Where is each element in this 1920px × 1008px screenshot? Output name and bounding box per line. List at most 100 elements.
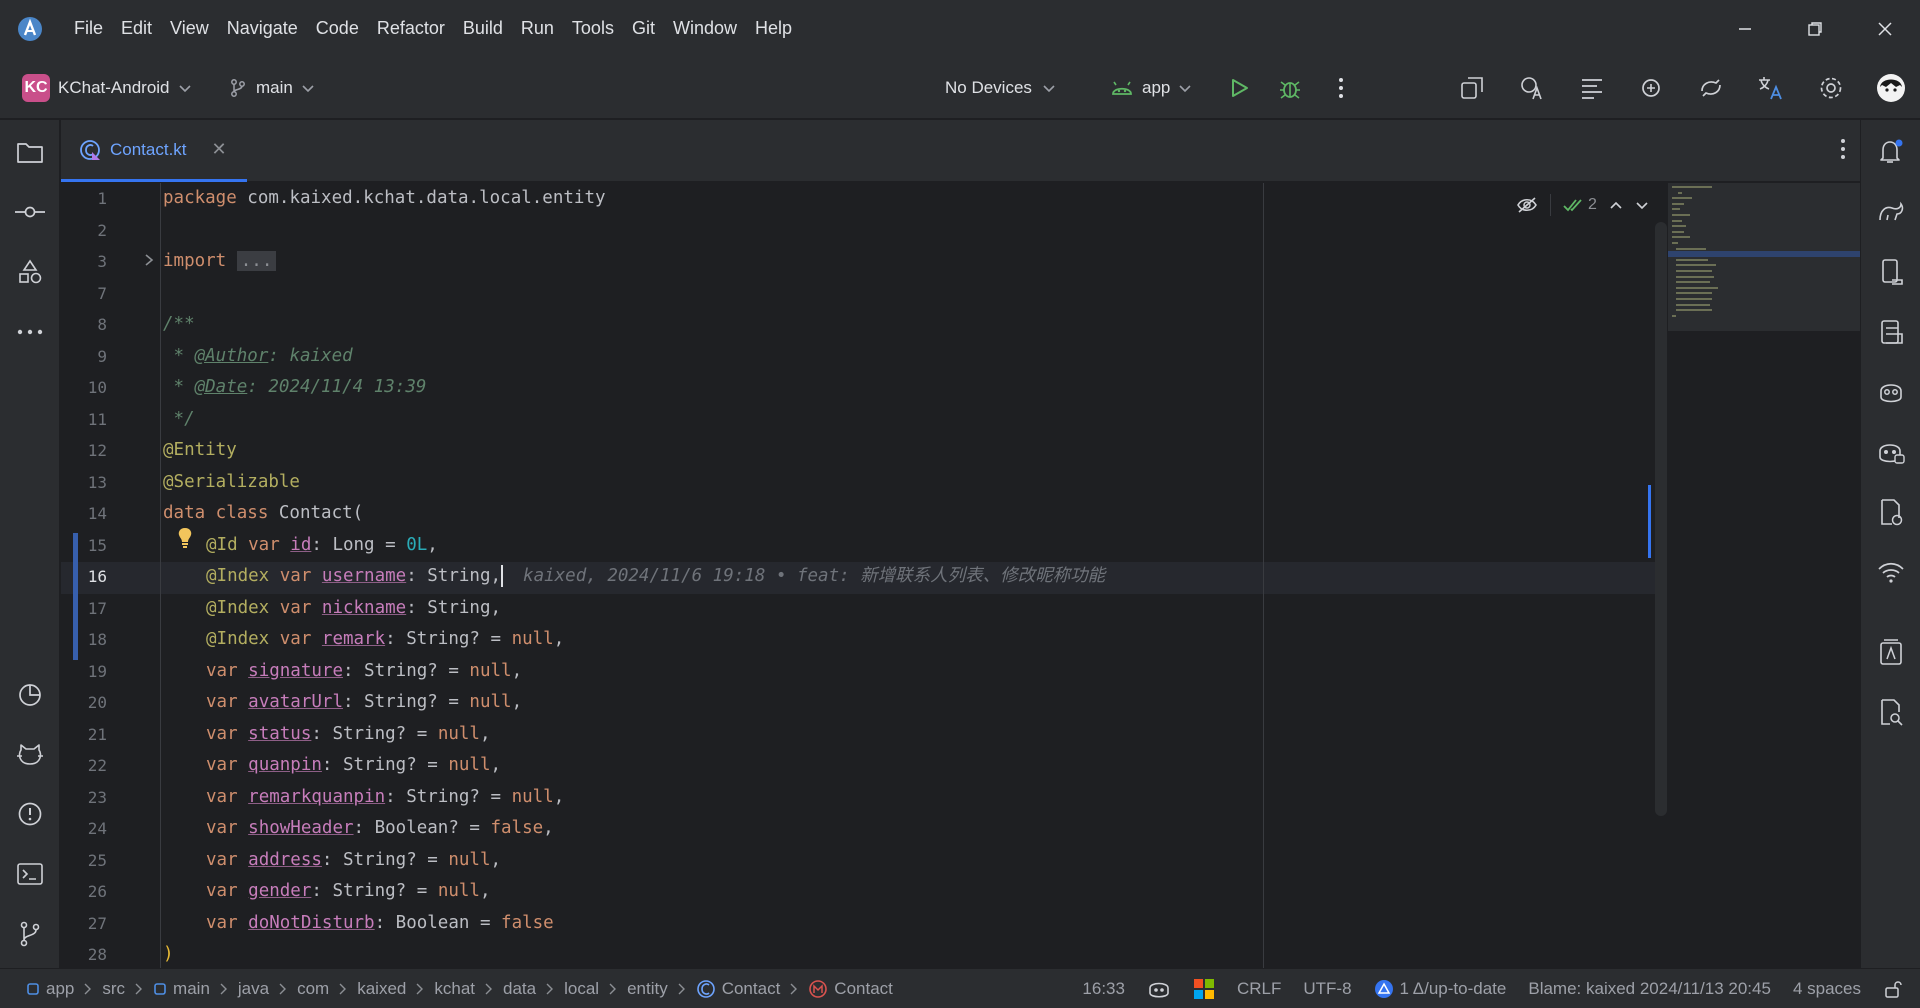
build-variants-button[interactable] — [1874, 635, 1908, 669]
line-number[interactable]: 19 — [61, 656, 107, 688]
git-tool-button[interactable] — [13, 917, 47, 951]
find-usages-button[interactable] — [1874, 695, 1908, 729]
file-encoding[interactable]: UTF-8 — [1292, 979, 1362, 999]
breadcrumb-item[interactable]: main — [143, 979, 220, 999]
inspection-ok[interactable]: 2 — [1563, 196, 1597, 214]
line-number[interactable]: 15 — [61, 530, 107, 562]
run-button[interactable] — [1222, 71, 1256, 105]
menu-help[interactable]: Help — [746, 0, 801, 57]
menu-navigate[interactable]: Navigate — [218, 0, 307, 57]
line-number[interactable]: 2 — [61, 215, 107, 247]
profiler-button[interactable] — [1634, 71, 1668, 105]
caret-position[interactable]: 16:33 — [1071, 979, 1136, 999]
breadcrumb-item[interactable]: app — [16, 979, 84, 999]
copilot-button[interactable] — [1874, 375, 1908, 409]
menu-window[interactable]: Window — [664, 0, 746, 57]
line-number[interactable]: 8 — [61, 309, 107, 341]
project-tool-button[interactable] — [13, 135, 47, 169]
gradle-button[interactable] — [1874, 195, 1908, 229]
terminal-button[interactable] — [13, 857, 47, 891]
menu-code[interactable]: Code — [307, 0, 368, 57]
code-line-22[interactable]: var quanpin: String? = null, — [206, 750, 501, 782]
line-number[interactable]: 24 — [61, 813, 107, 845]
vcs-status[interactable]: 1 Δ/up-to-date — [1363, 979, 1518, 999]
code-line-18[interactable]: @Index var remark: String? = null, — [206, 624, 564, 656]
line-number[interactable]: 9 — [61, 341, 107, 373]
debug-button[interactable] — [1273, 71, 1307, 105]
code-line-8[interactable]: /** — [163, 309, 195, 341]
structure-button[interactable] — [1575, 71, 1609, 105]
breadcrumb-item[interactable]: kaixed — [347, 979, 416, 999]
minimize-button[interactable] — [1710, 0, 1780, 57]
line-number[interactable]: 17 — [61, 593, 107, 625]
breadcrumb-item[interactable]: java — [228, 979, 279, 999]
chevron-up-icon[interactable] — [1609, 198, 1623, 212]
code-line-13[interactable]: @Serializable — [163, 467, 300, 499]
line-number[interactable]: 28 — [61, 939, 107, 968]
code-line-23[interactable]: var remarkquanpin: String? = null, — [206, 782, 564, 814]
line-number[interactable]: 7 — [61, 278, 107, 310]
line-number[interactable]: 14 — [61, 498, 107, 530]
code-line-15[interactable]: @Id var id: Long = 0L, — [206, 530, 438, 562]
restore-button[interactable] — [1780, 0, 1850, 57]
line-number[interactable]: 10 — [61, 372, 107, 404]
breadcrumb-item[interactable]: src — [92, 979, 135, 999]
code-line-28[interactable]: ) — [163, 939, 174, 968]
device-mirror-button[interactable] — [1694, 71, 1728, 105]
blame-status[interactable]: Blame: kaixed 2024/11/13 20:45 — [1517, 979, 1782, 999]
menu-git[interactable]: Git — [623, 0, 664, 57]
line-number[interactable]: 12 — [61, 435, 107, 467]
line-number[interactable]: 21 — [61, 719, 107, 751]
breadcrumb-item[interactable]: Contact — [798, 979, 903, 999]
running-devices-button[interactable] — [1874, 315, 1908, 349]
tab-more-button[interactable] — [1840, 138, 1846, 160]
code-line-9[interactable]: * @Author: kaixed — [163, 341, 353, 373]
line-number[interactable]: 20 — [61, 687, 107, 719]
line-number[interactable]: 27 — [61, 908, 107, 940]
code-line-25[interactable]: var address: String? = null, — [206, 845, 501, 877]
device-manager-button[interactable] — [1874, 255, 1908, 289]
code-line-3[interactable]: import ... — [163, 246, 277, 278]
tab-contact-kt[interactable]: Contact.kt ✕ — [61, 120, 247, 182]
lightbulb-icon[interactable] — [177, 527, 193, 549]
code-line-10[interactable]: * @Date: 2024/11/4 13:39 — [163, 372, 427, 404]
vertical-scrollbar[interactable] — [1655, 222, 1667, 816]
user-avatar[interactable] — [1874, 71, 1908, 105]
inline-blame[interactable]: kaixed, 2024/11/6 19:18 • feat: 新增联系人列表、… — [523, 566, 1105, 586]
breadcrumb-item[interactable]: kchat — [424, 979, 485, 999]
notifications-button[interactable] — [1874, 135, 1908, 169]
breadcrumb-item[interactable]: data — [493, 979, 546, 999]
run-config-selector[interactable]: app — [1110, 72, 1192, 104]
menu-refactor[interactable]: Refactor — [368, 0, 454, 57]
windows-status[interactable] — [1182, 978, 1226, 1000]
menu-build[interactable]: Build — [454, 0, 512, 57]
indent-status[interactable]: 4 spaces — [1782, 979, 1872, 999]
layout-inspector-button[interactable] — [1455, 71, 1489, 105]
line-number[interactable]: 11 — [61, 404, 107, 436]
line-number[interactable]: 25 — [61, 845, 107, 877]
code-line-20[interactable]: var avatarUrl: String? = null, — [206, 687, 522, 719]
line-number[interactable]: 16 — [61, 561, 107, 593]
close-window-button[interactable] — [1850, 0, 1920, 57]
folded-imports[interactable]: ... — [236, 251, 277, 271]
read-only-toggle[interactable] — [1872, 979, 1914, 999]
code-line-26[interactable]: var gender: String? = null, — [206, 876, 491, 908]
eye-off-icon[interactable] — [1516, 196, 1538, 214]
line-number[interactable]: 18 — [61, 624, 107, 656]
menu-tools[interactable]: Tools — [563, 0, 623, 57]
line-number[interactable]: 22 — [61, 750, 107, 782]
code-editor[interactable]: 1 2 3 7 8 9 10 11 12 13 14 15 16 17 18 19 20 21 22 23 24 25 26… — [61, 183, 1667, 968]
project-selector[interactable]: KC KChat-Android — [22, 72, 192, 104]
line-separator[interactable]: CRLF — [1226, 979, 1292, 999]
code-line-21[interactable]: var status: String? = null, — [206, 719, 491, 751]
chevron-down-icon[interactable] — [1635, 198, 1649, 212]
minimap[interactable] — [1668, 183, 1860, 968]
device-selector[interactable]: No Devices — [945, 72, 1056, 104]
app-inspection-button[interactable] — [1874, 495, 1908, 529]
menu-file[interactable]: File — [65, 0, 112, 57]
code-line-1[interactable]: package com.kaixed.kchat.data.local.enti… — [163, 183, 606, 215]
tab-close-icon[interactable]: ✕ — [212, 139, 227, 160]
line-number[interactable]: 1 — [61, 183, 107, 215]
code-line-17[interactable]: @Index var nickname: String, — [206, 593, 501, 625]
code-line-12[interactable]: @Entity — [163, 435, 237, 467]
